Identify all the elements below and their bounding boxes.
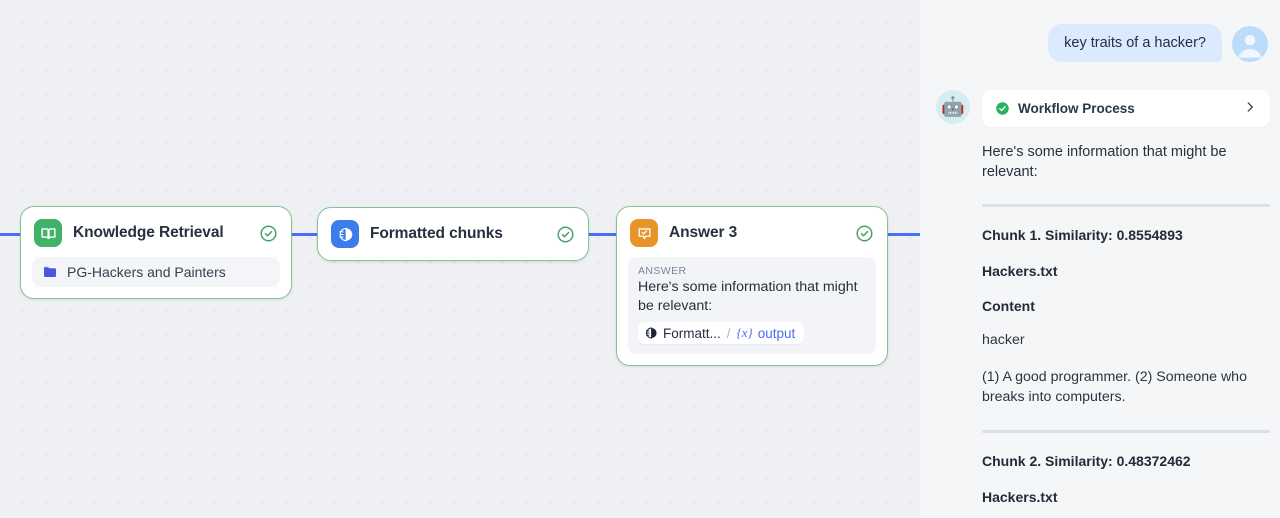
robot-icon: 🤖	[936, 90, 970, 124]
edge-knowledge-to-formatted	[291, 233, 319, 236]
answer-kicker: ANSWER	[638, 265, 866, 277]
chunk-block: Chunk 2. Similarity: 0.48372462 Hackers.…	[982, 453, 1270, 505]
chunk-paragraph: (1) A good programmer. (2) Someone who b…	[982, 368, 1270, 408]
node-answer-3[interactable]: Answer 3 ANSWER Here's some information …	[616, 206, 888, 366]
chunk-content-label: Content	[982, 298, 1270, 314]
node-header: Knowledge Retrieval	[21, 207, 291, 257]
answer-text: Here's some information that might be re…	[638, 278, 866, 315]
app-root: Knowledge Retrieval PG-	[0, 0, 1280, 518]
edge-formatted-to-answer	[588, 233, 618, 236]
node-formatted-chunks[interactable]: Formatted chunks	[317, 207, 589, 261]
variable-source: Formatt...	[663, 326, 721, 341]
dataset-chip[interactable]: PG-Hackers and Painters	[32, 257, 280, 287]
template-transform-icon-small	[644, 326, 658, 340]
node-title: Answer 3	[669, 224, 844, 242]
bot-intro-text: Here's some information that might be re…	[982, 143, 1270, 182]
node-title: Knowledge Retrieval	[73, 224, 248, 242]
node-header: Formatted chunks	[318, 208, 588, 260]
chat-panel[interactable]: key traits of a hacker? 🤖	[920, 0, 1280, 518]
chunk-heading: Chunk 1. Similarity: 0.8554893	[982, 227, 1270, 243]
user-message-bubble: key traits of a hacker?	[1048, 24, 1222, 62]
chunk-block: Chunk 1. Similarity: 0.8554893 Hackers.t…	[982, 227, 1270, 408]
user-message-row: key traits of a hacker?	[920, 0, 1280, 62]
chunk-file-name: Hackers.txt	[982, 263, 1270, 279]
check-circle-icon	[855, 224, 874, 243]
check-circle-icon	[259, 224, 278, 243]
dataset-name: PG-Hackers and Painters	[67, 264, 226, 280]
check-circle-filled-icon	[995, 101, 1010, 116]
user-avatar-icon	[1232, 26, 1268, 62]
variable-pill-output[interactable]: Formatt... / {x} output	[638, 322, 804, 344]
answer-preview: ANSWER Here's some information that migh…	[628, 257, 876, 354]
node-header: Answer 3	[617, 207, 887, 257]
chunk-file-name: Hackers.txt	[982, 489, 1270, 505]
node-body: ANSWER Here's some information that migh…	[617, 257, 887, 365]
variable-x-glyph: {x}	[737, 325, 753, 341]
chunk-heading: Chunk 2. Similarity: 0.48372462	[982, 453, 1270, 469]
bot-message-content: Workflow Process Here's some information…	[982, 90, 1270, 518]
edge-into-knowledge-retrieval	[0, 233, 22, 236]
variable-separator: /	[727, 326, 731, 341]
workflow-process-title: Workflow Process	[1018, 101, 1235, 116]
node-knowledge-retrieval[interactable]: Knowledge Retrieval PG-	[20, 206, 292, 299]
chunk-paragraph: hacker	[982, 331, 1270, 351]
bot-message-row: 🤖 Workflow Process	[920, 62, 1280, 518]
folder-icon	[42, 264, 58, 280]
edge-answer-outgoing	[888, 233, 920, 236]
variable-name: output	[758, 326, 796, 341]
chevron-right-icon[interactable]	[1243, 100, 1257, 117]
divider	[982, 204, 1270, 207]
node-body: PG-Hackers and Painters	[21, 257, 291, 298]
template-transform-icon	[331, 220, 359, 248]
workflow-process-card[interactable]: Workflow Process	[982, 90, 1270, 127]
answer-bubble-icon	[630, 219, 658, 247]
check-circle-icon	[556, 225, 575, 244]
book-icon	[34, 219, 62, 247]
divider	[982, 430, 1270, 433]
workflow-canvas[interactable]: Knowledge Retrieval PG-	[0, 0, 920, 518]
node-title: Formatted chunks	[370, 225, 545, 243]
